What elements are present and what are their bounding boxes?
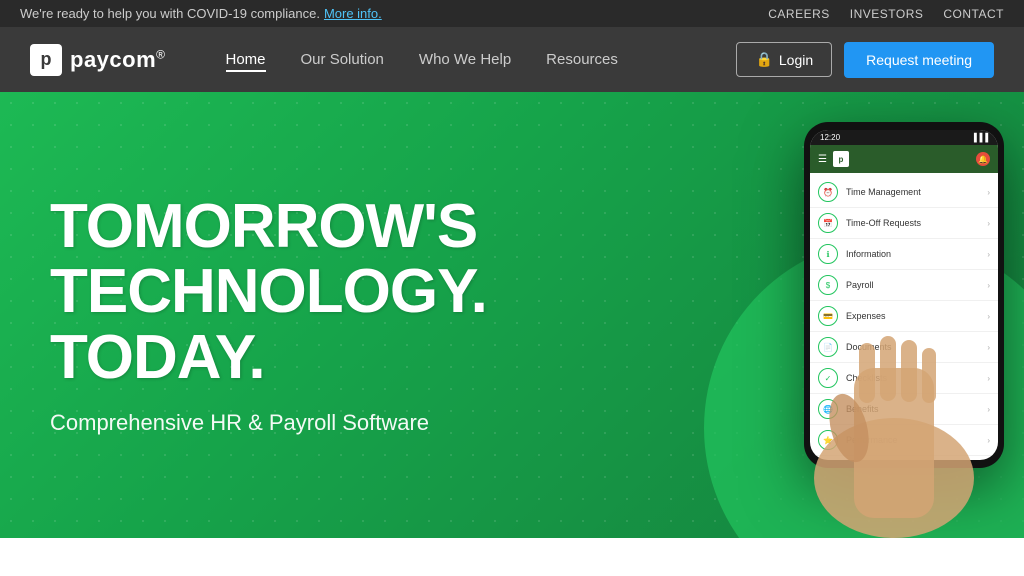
- phone-menu: ⏰ Time Management › 📅 Time-Off Requests …: [810, 173, 998, 460]
- phone-menu-item-benefits: 🌐 Benefits ›: [810, 394, 998, 425]
- phone-menu-item-expenses: 💳 Expenses ›: [810, 301, 998, 332]
- hero-title-line1: TOMORROW'S TECHNOLOGY.: [50, 192, 487, 326]
- phone-menu-item-time-management: ⏰ Time Management ›: [810, 177, 998, 208]
- logo-icon: p: [30, 44, 62, 76]
- hero-content: TOMORROW'S TECHNOLOGY. TODAY. Comprehens…: [0, 194, 600, 435]
- phone-menu-item-information: ℹ Information ›: [810, 239, 998, 270]
- chevron-right-icon-7: ›: [987, 374, 990, 383]
- chevron-right-icon-8: ›: [987, 405, 990, 414]
- performance-label: Performance: [846, 435, 898, 445]
- hamburger-icon: ☰: [818, 154, 827, 165]
- payroll-icon: $: [818, 275, 838, 295]
- time-management-label: Time Management: [846, 187, 921, 197]
- more-info-link[interactable]: More info.: [324, 6, 382, 21]
- investors-link[interactable]: INVESTORS: [850, 7, 924, 21]
- chevron-right-icon-4: ›: [987, 281, 990, 290]
- phone-app-logo-icon: p: [833, 151, 849, 167]
- logo[interactable]: p paycom®: [30, 44, 166, 76]
- careers-link[interactable]: CAREERS: [768, 7, 830, 21]
- trademark: ®: [156, 47, 165, 61]
- checklists-icon: ✓: [818, 368, 838, 388]
- login-button[interactable]: 🔒 Login: [736, 42, 832, 77]
- documents-icon: 📄: [818, 337, 838, 357]
- benefits-label: Benefits: [846, 404, 879, 414]
- chevron-right-icon-5: ›: [987, 312, 990, 321]
- announcement-text: We're ready to help you with COVID-19 co…: [20, 6, 320, 21]
- phone-signal: ▐▐▐: [971, 133, 988, 142]
- expenses-label: Expenses: [846, 311, 886, 321]
- contact-link[interactable]: CONTACT: [943, 7, 1004, 21]
- phone-mockup: 12:20 ▐▐▐ ☰ p 🔔 ⏰ Time Management › 📅: [804, 122, 1004, 468]
- payroll-label: Payroll: [846, 280, 874, 290]
- phone-menu-item-documents: 📄 Documents ›: [810, 332, 998, 363]
- time-off-icon: 📅: [818, 213, 838, 233]
- phone-menu-item-payroll: $ Payroll ›: [810, 270, 998, 301]
- phone-time: 12:20: [820, 133, 840, 142]
- hero-title-line2: TODAY.: [50, 323, 265, 392]
- nav-who-we-help[interactable]: Who We Help: [419, 51, 511, 68]
- information-icon: ℹ: [818, 244, 838, 264]
- time-management-icon: ⏰: [818, 182, 838, 202]
- notification-badge: 🔔: [976, 152, 990, 166]
- hero-title: TOMORROW'S TECHNOLOGY. TODAY.: [50, 194, 550, 389]
- expenses-icon: 💳: [818, 306, 838, 326]
- navbar: p paycom® Home Our Solution Who We Help …: [0, 27, 1024, 92]
- nav-our-solution[interactable]: Our Solution: [301, 51, 384, 68]
- phone-status-bar: 12:20 ▐▐▐: [810, 130, 998, 145]
- chevron-right-icon-3: ›: [987, 250, 990, 259]
- nav-home[interactable]: Home: [226, 51, 266, 72]
- chevron-right-icon-6: ›: [987, 343, 990, 352]
- hero-subtitle: Comprehensive HR & Payroll Software: [50, 410, 550, 436]
- phone-menu-item-checklists: ✓ Checklists ›: [810, 363, 998, 394]
- phone-menu-item-performance: ⭐ Performance ›: [810, 425, 998, 456]
- checklists-label: Checklists: [846, 373, 887, 383]
- phone-menu-item-time-off: 📅 Time-Off Requests ›: [810, 208, 998, 239]
- login-label: Login: [779, 52, 813, 68]
- chevron-right-icon-9: ›: [987, 436, 990, 445]
- phone-screen: 12:20 ▐▐▐ ☰ p 🔔 ⏰ Time Management › 📅: [810, 130, 998, 460]
- information-label: Information: [846, 249, 891, 259]
- request-meeting-button[interactable]: Request meeting: [844, 42, 994, 78]
- nav-actions: 🔒 Login Request meeting: [736, 42, 994, 78]
- top-right-links: CAREERS INVESTORS CONTACT: [768, 7, 1004, 21]
- benefits-icon: 🌐: [818, 399, 838, 419]
- lock-icon: 🔒: [755, 51, 772, 68]
- hero-section: TOMORROW'S TECHNOLOGY. TODAY. Comprehens…: [0, 92, 1024, 538]
- announcement-bar: We're ready to help you with COVID-19 co…: [0, 0, 1024, 27]
- documents-label: Documents: [846, 342, 892, 352]
- phone-app-header: ☰ p 🔔: [810, 145, 998, 173]
- nav-resources[interactable]: Resources: [546, 51, 618, 68]
- nav-links: Home Our Solution Who We Help Resources: [226, 51, 737, 69]
- chevron-right-icon-2: ›: [987, 219, 990, 228]
- time-off-label: Time-Off Requests: [846, 218, 921, 228]
- performance-icon: ⭐: [818, 430, 838, 450]
- chevron-right-icon: ›: [987, 188, 990, 197]
- logo-text: paycom®: [70, 47, 166, 73]
